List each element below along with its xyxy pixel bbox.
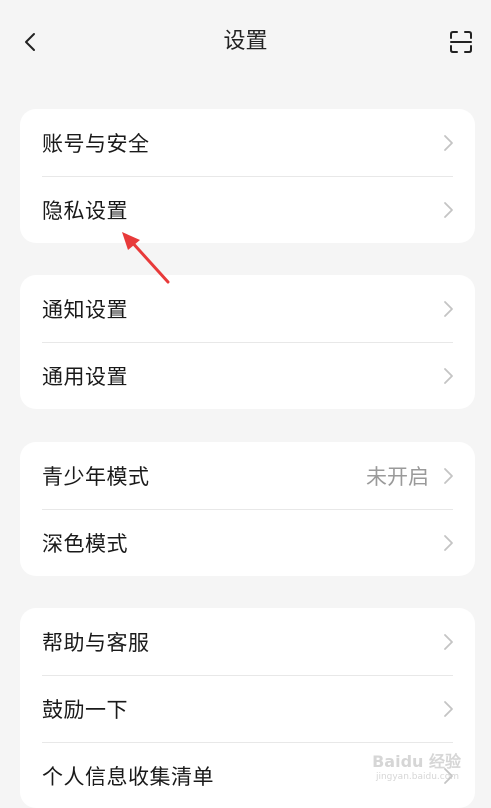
settings-item-privacy[interactable]: 隐私设置 [20,176,475,243]
watermark-url: jingyan.baidu.com [375,772,459,782]
chevron-right-icon [444,367,453,384]
settings-item-label: 通知设置 [42,297,128,322]
settings-item-label: 深色模式 [42,531,128,556]
settings-item-label: 个人信息收集清单 [42,764,214,789]
settings-item-label: 帮助与客服 [42,630,150,655]
chevron-right-icon [444,633,453,650]
scan-icon [450,31,472,53]
settings-group-notifications: 通知设置 通用设置 [20,275,475,409]
chevron-right-icon [444,467,453,484]
watermark-logo: Baidu 经验 [372,752,461,771]
chevron-right-icon [444,300,453,317]
settings-item-account-security[interactable]: 账号与安全 [20,109,475,176]
chevron-right-icon [444,134,453,151]
chevron-right-icon [444,700,453,717]
settings-item-general[interactable]: 通用设置 [20,342,475,409]
chevron-right-icon [444,201,453,218]
settings-item-label: 鼓励一下 [42,697,128,722]
settings-item-teen-mode[interactable]: 青少年模式 未开启 [20,442,475,509]
settings-group-modes: 青少年模式 未开启 深色模式 [20,442,475,576]
settings-item-label: 账号与安全 [42,131,150,156]
settings-item-help[interactable]: 帮助与客服 [20,608,475,675]
top-bar: 设置 [0,0,491,84]
settings-item-encourage[interactable]: 鼓励一下 [20,675,475,742]
chevron-right-icon [444,534,453,551]
settings-item-label: 通用设置 [42,364,128,389]
page-title: 设置 [223,29,268,54]
settings-item-label: 隐私设置 [42,198,128,223]
teen-mode-status: 未开启 [366,464,429,489]
scan-button[interactable] [441,22,481,62]
settings-item-label: 青少年模式 [42,464,150,489]
settings-group-account: 账号与安全 隐私设置 [20,109,475,243]
settings-item-dark-mode[interactable]: 深色模式 [20,509,475,576]
settings-item-notifications[interactable]: 通知设置 [20,275,475,342]
